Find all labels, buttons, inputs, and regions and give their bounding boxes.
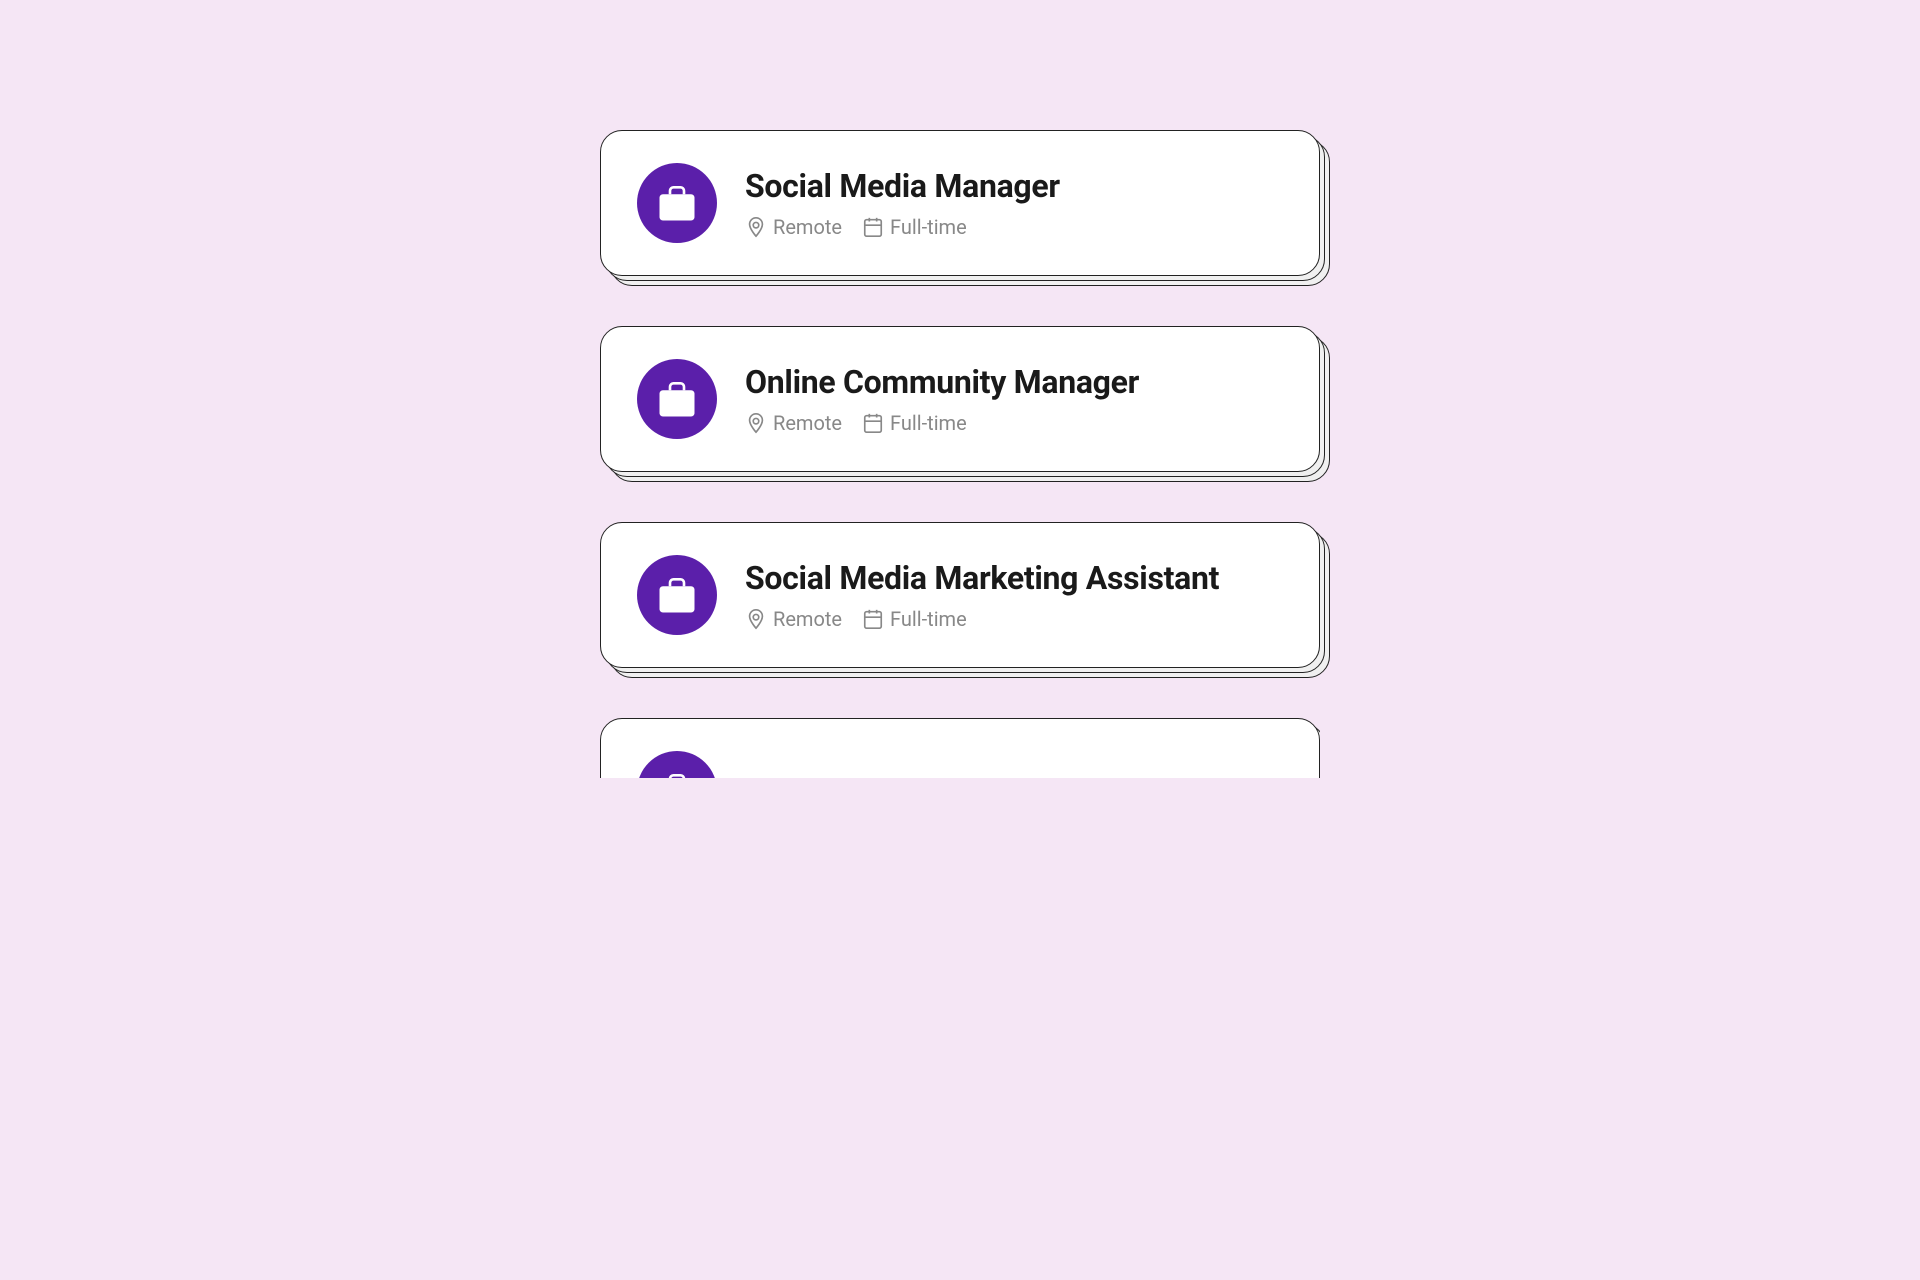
job-icon: [637, 555, 717, 635]
job-info: Social Media Manager Remote: [745, 167, 1060, 239]
location-icon: [745, 216, 767, 238]
briefcase-icon: [656, 574, 698, 616]
job-info: Online Community Manager Remote: [745, 363, 1139, 435]
card-front[interactable]: Social Media Marketing Assistant Remote: [600, 522, 1320, 668]
job-card-2[interactable]: Online Community Manager Remote: [600, 326, 1320, 472]
calendar-icon: [862, 216, 884, 238]
card-front[interactable]: Online Community Manager Remote: [600, 326, 1320, 472]
job-meta: Remote Full-time: [745, 607, 1219, 631]
calendar-icon: [862, 412, 884, 434]
job-card-4-partial[interactable]: [600, 718, 1320, 778]
location-icon: [745, 412, 767, 434]
job-icon: [637, 163, 717, 243]
briefcase-icon: [656, 770, 698, 778]
job-location: Remote: [745, 607, 842, 631]
job-employment-type: Full-time: [862, 607, 967, 631]
job-meta: Remote Full-time: [745, 411, 1139, 435]
calendar-icon: [862, 608, 884, 630]
briefcase-icon: [656, 182, 698, 224]
job-location: Remote: [745, 215, 842, 239]
card-front[interactable]: Social Media Manager Remote: [600, 130, 1320, 276]
job-title: Social Media Manager: [745, 167, 1060, 205]
job-info: Social Media Marketing Assistant Remote: [745, 559, 1219, 631]
job-location: Remote: [745, 411, 842, 435]
job-title: Social Media Marketing Assistant: [745, 559, 1219, 597]
card-front[interactable]: [600, 718, 1320, 778]
job-card-3[interactable]: Social Media Marketing Assistant Remote: [600, 522, 1320, 668]
job-meta: Remote Full-time: [745, 215, 1060, 239]
job-employment-type: Full-time: [862, 215, 967, 239]
briefcase-icon: [656, 378, 698, 420]
job-title: Online Community Manager: [745, 363, 1139, 401]
location-icon: [745, 608, 767, 630]
job-icon: [637, 359, 717, 439]
job-icon: [637, 751, 717, 778]
job-card-1[interactable]: Social Media Manager Remote: [600, 130, 1320, 276]
job-employment-type: Full-time: [862, 411, 967, 435]
